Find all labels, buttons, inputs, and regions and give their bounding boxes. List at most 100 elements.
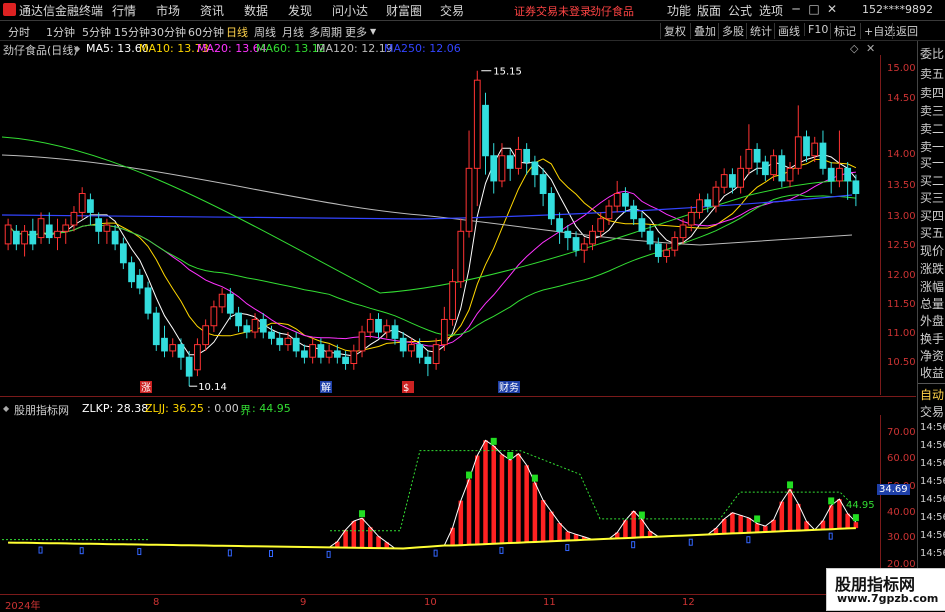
minimize-icon[interactable]: ─ bbox=[788, 1, 804, 17]
tool-back[interactable]: 返回 bbox=[892, 23, 918, 39]
indicator-chart[interactable]: 44.95 bbox=[0, 415, 880, 593]
candle-body bbox=[226, 293, 234, 314]
menu-item-options[interactable]: 选项 bbox=[759, 2, 783, 19]
candle-body bbox=[309, 344, 317, 358]
tick-time: 14:56 bbox=[920, 440, 945, 451]
side-label: 涨跌 bbox=[920, 262, 945, 276]
candle-body bbox=[852, 180, 860, 195]
candle-body bbox=[819, 142, 827, 169]
candle-body bbox=[613, 193, 621, 207]
period-tab-30min[interactable]: 30分钟 bbox=[150, 24, 186, 40]
peak-marker bbox=[828, 497, 835, 505]
signal-marker bbox=[828, 532, 833, 540]
signal-marker bbox=[137, 548, 142, 556]
tool-draw-line[interactable]: 画线 bbox=[774, 23, 800, 39]
candle-body bbox=[671, 237, 679, 251]
app-logo-icon bbox=[3, 3, 16, 16]
watermark-url: www.7gpzb.com bbox=[837, 592, 939, 605]
period-tab-daily[interactable]: 日线 bbox=[226, 24, 248, 40]
period-tab-1min[interactable]: 1分钟 bbox=[46, 24, 75, 40]
signal-marker bbox=[269, 550, 273, 558]
side-divider bbox=[918, 383, 945, 384]
tool-statistics[interactable]: 统计 bbox=[746, 23, 772, 39]
side-label: 委比 bbox=[920, 47, 945, 61]
panel-divider bbox=[0, 396, 916, 397]
period-tab-60min[interactable]: 60分钟 bbox=[188, 24, 224, 40]
period-tab-multi[interactable]: 多周期 bbox=[309, 24, 342, 40]
side-tab-auto[interactable]: 自动 bbox=[920, 386, 944, 403]
time-axis bbox=[0, 594, 880, 610]
side-tab-trade[interactable]: 交易 bbox=[920, 403, 944, 420]
candle-body bbox=[358, 331, 366, 352]
candle-body bbox=[408, 344, 415, 352]
tool-overlay[interactable]: 叠加 bbox=[690, 23, 716, 39]
side-label: 总量 bbox=[920, 297, 945, 311]
candle-body bbox=[333, 350, 341, 358]
menu-item-news[interactable]: 资讯 bbox=[200, 2, 224, 19]
candle-body bbox=[515, 148, 522, 169]
menu-item-discover[interactable]: 发现 bbox=[288, 2, 312, 19]
zlkp-line bbox=[8, 439, 857, 550]
period-tab-more[interactable]: 更多 bbox=[345, 24, 367, 40]
period-tab-5min[interactable]: 5分钟 bbox=[82, 24, 111, 40]
indicator-dropdown-icon[interactable]: ◆ bbox=[3, 404, 9, 413]
price-tick: 11.50 bbox=[887, 299, 916, 310]
maximize-icon[interactable]: □ bbox=[806, 1, 822, 17]
tool-mark[interactable]: 标记 bbox=[830, 23, 856, 39]
dropdown-icon[interactable]: ◆ bbox=[74, 44, 80, 53]
user-account[interactable]: 152****9892 bbox=[862, 3, 933, 16]
zlkp-label: ZLKP: 28.38 bbox=[82, 402, 149, 415]
chart-close-icon[interactable]: ✕ bbox=[866, 42, 875, 55]
menu-item-market[interactable]: 市场 bbox=[156, 2, 180, 19]
menu-item-ask[interactable]: 问小达 bbox=[332, 2, 368, 19]
tick-time: 14:56 bbox=[920, 530, 945, 541]
candle-body bbox=[383, 325, 391, 333]
menu-item-quotes[interactable]: 行情 bbox=[112, 2, 136, 19]
period-tab-weekly[interactable]: 周线 bbox=[254, 24, 276, 40]
chevron-down-icon[interactable]: ▼ bbox=[370, 27, 376, 36]
tool-restore-rights[interactable]: 复权 bbox=[660, 23, 686, 39]
candle-body bbox=[210, 306, 218, 327]
period-tab-intraday[interactable]: 分时 bbox=[8, 24, 30, 40]
close-icon[interactable]: ✕ bbox=[824, 1, 840, 17]
signal-marker bbox=[565, 544, 570, 552]
candle-body bbox=[144, 287, 152, 314]
x-tick: 8 bbox=[153, 597, 160, 608]
period-tab-15min[interactable]: 15分钟 bbox=[114, 24, 150, 40]
candle-body bbox=[12, 230, 20, 245]
candle-body bbox=[720, 174, 728, 188]
event-marker-label: 涨 bbox=[141, 382, 151, 394]
candlestick-chart[interactable]: 15.15 10.14 涨 解 $ 财务 bbox=[0, 55, 880, 395]
menu-item-data[interactable]: 数据 bbox=[244, 2, 268, 19]
menu-item-wealth[interactable]: 财富圈 bbox=[386, 2, 422, 19]
menu-item-layout[interactable]: 版面 bbox=[697, 2, 721, 19]
side-label: 外盘 bbox=[920, 314, 945, 328]
candle-body bbox=[301, 350, 308, 358]
period-tab-monthly[interactable]: 月线 bbox=[282, 24, 304, 40]
candle-body bbox=[119, 243, 127, 264]
tool-multi-stock[interactable]: 多股 bbox=[718, 23, 744, 39]
candle-body bbox=[136, 274, 144, 289]
peak-marker bbox=[787, 481, 794, 489]
menu-item-trade[interactable]: 交易 bbox=[440, 2, 464, 19]
event-marker-label: 财务 bbox=[499, 381, 519, 394]
login-status[interactable]: 证券交易未登录 bbox=[514, 3, 591, 19]
candle-body bbox=[78, 193, 86, 213]
signal-marker bbox=[631, 541, 636, 549]
menu-item-formula[interactable]: 公式 bbox=[728, 2, 752, 19]
candle-body bbox=[778, 155, 786, 182]
period-toolbar: 分时 1分钟 5分钟 15分钟 30分钟 60分钟 日线 周线 月线 多周期 更… bbox=[0, 21, 945, 41]
chart-settings-icon[interactable]: ◇ bbox=[850, 42, 858, 55]
candle-body bbox=[235, 312, 242, 327]
candle-body bbox=[712, 186, 720, 207]
candle-body bbox=[506, 155, 514, 169]
tool-add-watchlist[interactable]: +自选 bbox=[860, 23, 895, 39]
header-stock-name: 劲仔食品 bbox=[590, 5, 634, 18]
jie-value: : 44.95 bbox=[252, 402, 291, 415]
menu-item-function[interactable]: 功能 bbox=[667, 2, 691, 19]
side-label: 买五 bbox=[920, 226, 945, 240]
candle-body bbox=[29, 230, 37, 245]
peak-marker bbox=[531, 474, 538, 482]
tool-f10[interactable]: F10 bbox=[804, 23, 828, 36]
candle-body bbox=[597, 218, 605, 232]
